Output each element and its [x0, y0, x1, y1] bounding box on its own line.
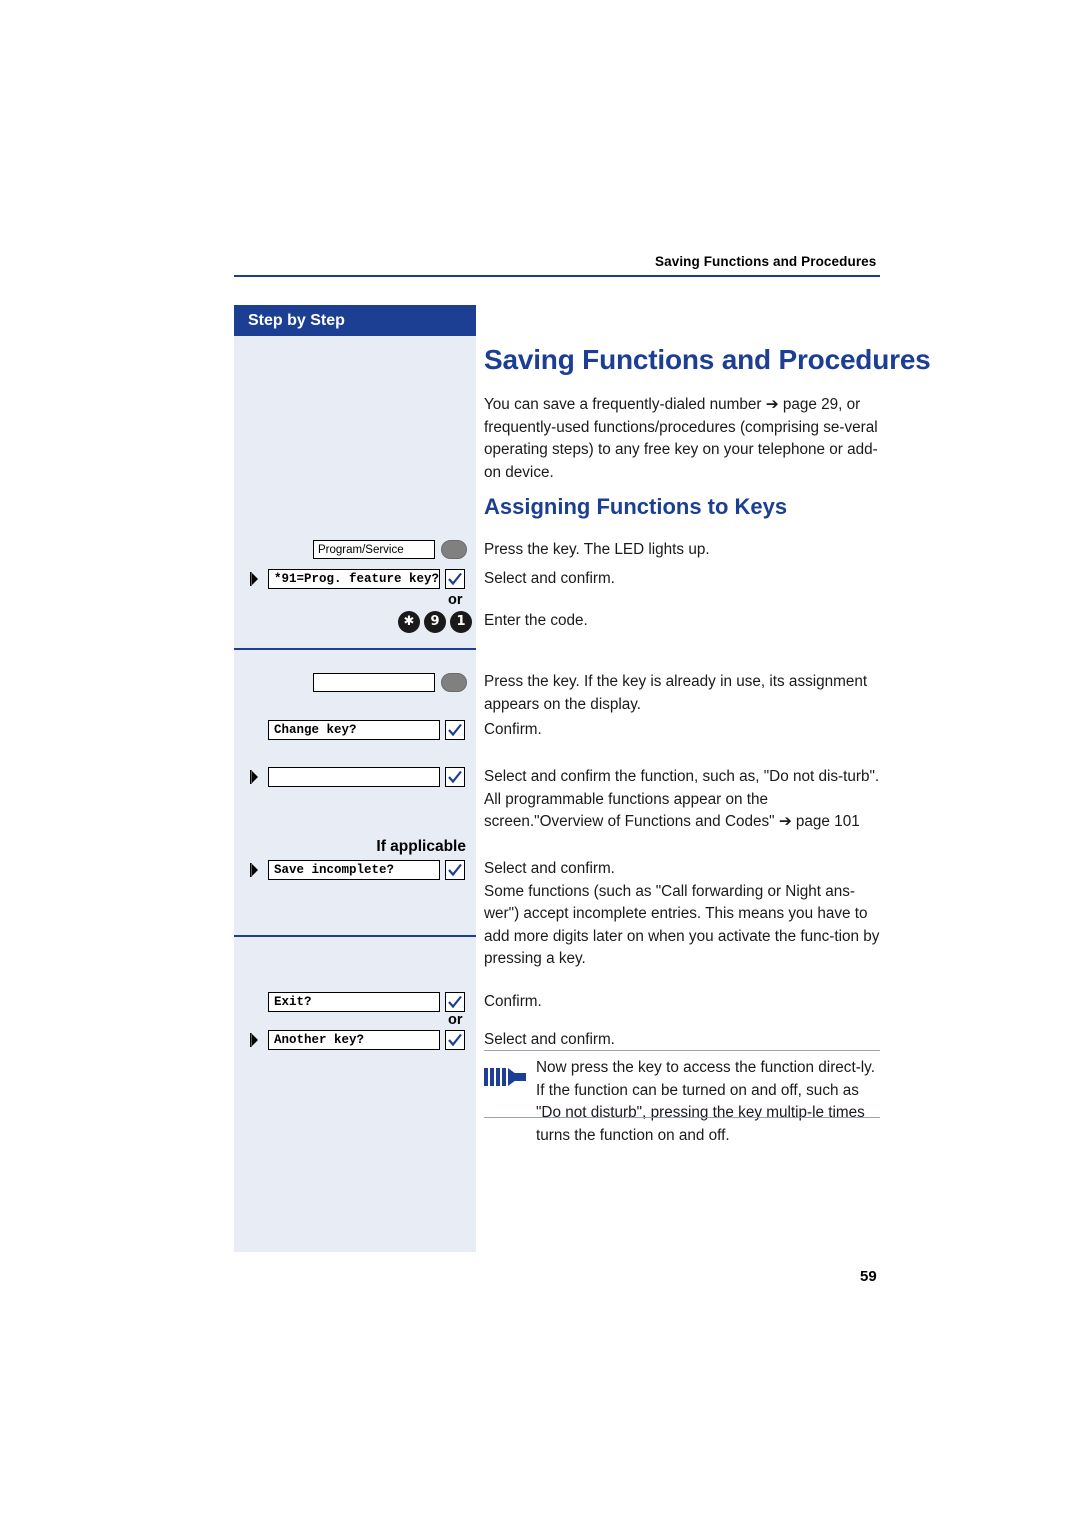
note-bottom-divider: [484, 1117, 880, 1118]
keypad-1-key[interactable]: 1: [450, 611, 472, 633]
header-divider: [234, 275, 880, 277]
confirm-checkbox-5[interactable]: [445, 992, 465, 1012]
running-head: Saving Functions and Procedures: [655, 254, 877, 269]
step-text-2: Select and confirm.: [484, 570, 615, 587]
document-page: Saving Functions and Procedures Step by …: [0, 0, 1080, 1527]
if-applicable-label: If applicable: [376, 838, 466, 855]
sidebar-divider-1: [234, 648, 476, 650]
key-led-indicator: [441, 540, 467, 559]
display-prog-feature-key[interactable]: *91=Prog. feature key?: [268, 569, 440, 589]
select-arrow-icon: [250, 569, 261, 589]
key-program-service[interactable]: Program/Service: [313, 540, 435, 559]
display-save-incomplete[interactable]: Save incomplete?: [268, 860, 440, 880]
display-exit[interactable]: Exit?: [268, 992, 440, 1012]
sidebar-panel: [234, 336, 476, 1252]
key-blank-programmable[interactable]: [313, 673, 435, 692]
step-text-5: Confirm.: [484, 721, 542, 738]
step-text-1: Press the key. The LED lights up.: [484, 541, 710, 558]
key-led-indicator-2: [441, 673, 467, 692]
step-text-9: Select and confirm.: [484, 1031, 615, 1048]
sidebar-divider-2: [234, 935, 476, 937]
step-by-step-label: Step by Step: [248, 312, 345, 329]
select-arrow-icon-3: [250, 860, 261, 880]
note-top-divider: [484, 1050, 880, 1051]
page-number: 59: [860, 1268, 877, 1285]
step-text-3: Enter the code.: [484, 612, 588, 629]
keypad-9-key[interactable]: 9: [424, 611, 446, 633]
step-by-step-banner: Step by Step: [234, 305, 476, 336]
intro-paragraph: You can save a frequently-dialed number …: [484, 396, 878, 481]
or-label-1: or: [448, 592, 463, 608]
step-text-4: Press the key. If the key is already in …: [484, 673, 868, 713]
note-text: Now press the key to access the function…: [536, 1059, 875, 1144]
display-blank-line[interactable]: [268, 767, 440, 787]
step-text-8: Confirm.: [484, 993, 542, 1010]
step-text-6: Select and confirm the function, such as…: [484, 768, 880, 831]
select-arrow-icon-2: [250, 767, 261, 787]
confirm-checkbox-2[interactable]: [445, 720, 465, 740]
note-arrow-icon: [484, 1066, 528, 1088]
confirm-checkbox-1[interactable]: [445, 569, 465, 589]
confirm-checkbox-3[interactable]: [445, 767, 465, 787]
or-label-2: or: [448, 1012, 463, 1028]
step-text-7: Select and confirm. Some functions (such…: [484, 860, 880, 968]
section-title: Assigning Functions to Keys: [484, 494, 788, 519]
page-title: Saving Functions and Procedures: [484, 344, 931, 375]
select-arrow-icon-4: [250, 1030, 261, 1050]
display-another-key[interactable]: Another key?: [268, 1030, 440, 1050]
display-change-key[interactable]: Change key?: [268, 720, 440, 740]
confirm-checkbox-6[interactable]: [445, 1030, 465, 1050]
keypad-star-key[interactable]: ✱: [398, 611, 420, 633]
confirm-checkbox-4[interactable]: [445, 860, 465, 880]
